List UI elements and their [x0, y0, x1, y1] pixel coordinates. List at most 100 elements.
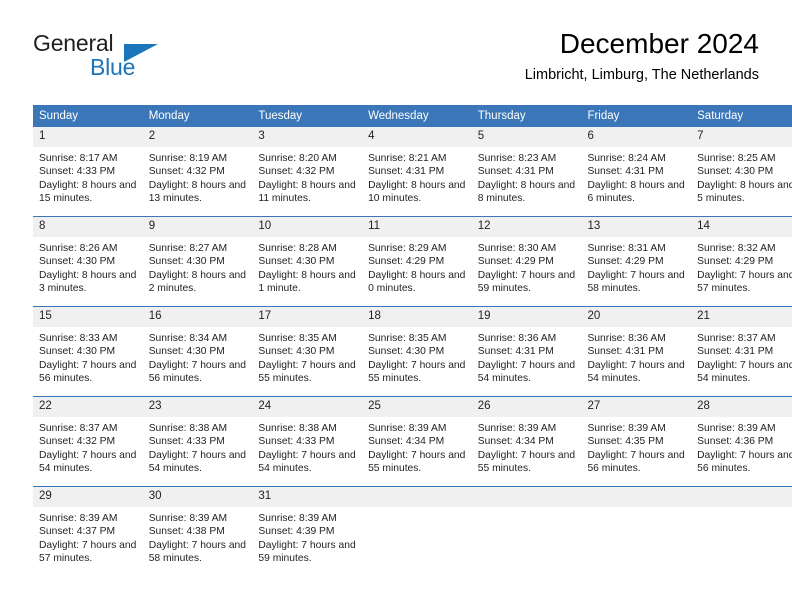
- day-number: 13: [581, 217, 692, 237]
- day-number: 9: [142, 217, 253, 237]
- calendar-cell[interactable]: 28 Sunrise: 8:39 AM Sunset: 4:36 PM Dayl…: [691, 396, 792, 486]
- daylight-text: Daylight: 8 hours and 1 minute.: [258, 269, 356, 295]
- sunrise-text: Sunrise: 8:19 AM: [148, 153, 228, 164]
- sunset-text: Sunset: 4:35 PM: [587, 436, 664, 448]
- sunrise-text: Sunrise: 8:39 AM: [148, 513, 228, 524]
- day-details: Sunrise: 8:28 AM Sunset: 4:30 PM Dayligh…: [252, 237, 362, 296]
- sunset-text: Sunset: 4:30 PM: [148, 256, 225, 268]
- daylight-text: Daylight: 8 hours and 6 minutes.: [587, 179, 685, 205]
- sunrise-text: Sunrise: 8:37 AM: [39, 423, 118, 434]
- page-title: December 2024: [559, 28, 759, 59]
- day-number: 2: [142, 127, 253, 147]
- calendar-cell[interactable]: 13 Sunrise: 8:31 AM Sunset: 4:29 PM Dayl…: [581, 216, 692, 306]
- title-block: December 2024 Limbricht, Limburg, The Ne…: [525, 26, 759, 85]
- calendar-cell[interactable]: 9 Sunrise: 8:27 AM Sunset: 4:30 PM Dayli…: [142, 216, 253, 306]
- calendar-cell[interactable]: 15 Sunrise: 8:33 AM Sunset: 4:30 PM Dayl…: [33, 306, 143, 396]
- calendar-week-row: 15 Sunrise: 8:33 AM Sunset: 4:30 PM Dayl…: [33, 306, 792, 396]
- logo-secondary-text: Blue: [90, 54, 136, 80]
- day-number: 20: [581, 307, 692, 327]
- calendar-cell[interactable]: 19 Sunrise: 8:36 AM Sunset: 4:31 PM Dayl…: [471, 306, 582, 396]
- day-number: 5: [471, 127, 582, 147]
- sunrise-text: Sunrise: 8:39 AM: [587, 423, 666, 434]
- calendar-cell[interactable]: 6 Sunrise: 8:24 AM Sunset: 4:31 PM Dayli…: [581, 126, 692, 216]
- day-details: Sunrise: 8:38 AM Sunset: 4:33 PM Dayligh…: [143, 417, 253, 476]
- day-details: Sunrise: 8:39 AM Sunset: 4:34 PM Dayligh…: [362, 417, 472, 476]
- day-details: Sunrise: 8:25 AM Sunset: 4:30 PM Dayligh…: [691, 147, 792, 206]
- day-details: Sunrise: 8:39 AM Sunset: 4:38 PM Dayligh…: [143, 507, 253, 566]
- sunset-text: Sunset: 4:33 PM: [39, 166, 116, 178]
- sunrise-text: Sunrise: 8:33 AM: [39, 333, 118, 344]
- sunrise-text: Sunrise: 8:24 AM: [587, 153, 666, 164]
- calendar-cell[interactable]: 11 Sunrise: 8:29 AM Sunset: 4:29 PM Dayl…: [362, 216, 472, 306]
- sunset-text: Sunset: 4:30 PM: [697, 166, 774, 178]
- sunrise-text: Sunrise: 8:35 AM: [368, 333, 447, 344]
- day-number: 16: [142, 307, 253, 327]
- daylight-text: Daylight: 8 hours and 5 minutes.: [697, 179, 792, 205]
- day-number: 23: [142, 397, 253, 417]
- daylight-text: Daylight: 8 hours and 15 minutes.: [39, 179, 137, 205]
- sunset-text: Sunset: 4:30 PM: [148, 346, 225, 358]
- sunset-text: Sunset: 4:31 PM: [587, 346, 664, 358]
- calendar-week-row: 8 Sunrise: 8:26 AM Sunset: 4:30 PM Dayli…: [33, 216, 792, 306]
- daylight-text: Daylight: 7 hours and 55 minutes.: [368, 359, 466, 385]
- calendar-cell[interactable]: 2 Sunrise: 8:19 AM Sunset: 4:32 PM Dayli…: [142, 126, 253, 216]
- day-details: Sunrise: 8:30 AM Sunset: 4:29 PM Dayligh…: [472, 237, 582, 296]
- calendar-cell[interactable]: 25 Sunrise: 8:39 AM Sunset: 4:34 PM Dayl…: [362, 396, 472, 486]
- day-number: 17: [252, 307, 363, 327]
- logo-primary-text: General: [33, 30, 114, 56]
- calendar-cell[interactable]: 12 Sunrise: 8:30 AM Sunset: 4:29 PM Dayl…: [471, 216, 582, 306]
- day-number: 25: [362, 397, 472, 417]
- calendar-cell[interactable]: 21 Sunrise: 8:37 AM Sunset: 4:31 PM Dayl…: [691, 306, 792, 396]
- calendar-cell[interactable]: 26 Sunrise: 8:39 AM Sunset: 4:34 PM Dayl…: [471, 396, 582, 486]
- sunset-text: Sunset: 4:37 PM: [39, 526, 116, 538]
- calendar-week-row: 29 Sunrise: 8:39 AM Sunset: 4:37 PM Dayl…: [33, 486, 792, 576]
- daylight-text: Daylight: 7 hours and 56 minutes.: [697, 449, 792, 475]
- day-number: [471, 487, 582, 507]
- calendar-cell[interactable]: 3 Sunrise: 8:20 AM Sunset: 4:32 PM Dayli…: [252, 126, 363, 216]
- calendar-cell[interactable]: 14 Sunrise: 8:32 AM Sunset: 4:29 PM Dayl…: [691, 216, 792, 306]
- daylight-text: Daylight: 8 hours and 3 minutes.: [39, 269, 137, 295]
- weekday-header-saturday: Saturday: [691, 105, 792, 126]
- calendar-cell[interactable]: 17 Sunrise: 8:35 AM Sunset: 4:30 PM Dayl…: [252, 306, 363, 396]
- daylight-text: Daylight: 7 hours and 57 minutes.: [697, 269, 792, 295]
- sunset-text: Sunset: 4:32 PM: [148, 166, 225, 178]
- sunset-text: Sunset: 4:29 PM: [368, 256, 445, 268]
- calendar-cell[interactable]: 27 Sunrise: 8:39 AM Sunset: 4:35 PM Dayl…: [581, 396, 692, 486]
- day-number: 7: [691, 127, 792, 147]
- calendar-cell[interactable]: 4 Sunrise: 8:21 AM Sunset: 4:31 PM Dayli…: [362, 126, 472, 216]
- day-details: Sunrise: 8:29 AM Sunset: 4:29 PM Dayligh…: [362, 237, 472, 296]
- sunset-text: Sunset: 4:31 PM: [587, 166, 664, 178]
- day-number: 15: [33, 307, 143, 327]
- calendar-cell[interactable]: 1 Sunrise: 8:17 AM Sunset: 4:33 PM Dayli…: [33, 126, 143, 216]
- calendar-cell[interactable]: 5 Sunrise: 8:23 AM Sunset: 4:31 PM Dayli…: [471, 126, 582, 216]
- calendar-cell[interactable]: 23 Sunrise: 8:38 AM Sunset: 4:33 PM Dayl…: [142, 396, 253, 486]
- sunrise-text: Sunrise: 8:39 AM: [368, 423, 447, 434]
- calendar-cell[interactable]: 18 Sunrise: 8:35 AM Sunset: 4:30 PM Dayl…: [362, 306, 472, 396]
- sunset-text: Sunset: 4:34 PM: [477, 436, 554, 448]
- sunset-text: Sunset: 4:38 PM: [148, 526, 225, 538]
- day-number: 28: [691, 397, 792, 417]
- day-number: 11: [362, 217, 472, 237]
- daylight-text: Daylight: 7 hours and 54 minutes.: [148, 449, 246, 475]
- day-number: 31: [252, 487, 363, 507]
- weekday-header-sunday: Sunday: [33, 105, 143, 126]
- calendar-cell[interactable]: 7 Sunrise: 8:25 AM Sunset: 4:30 PM Dayli…: [691, 126, 792, 216]
- calendar-cell[interactable]: 31 Sunrise: 8:39 AM Sunset: 4:39 PM Dayl…: [252, 486, 363, 576]
- sunrise-text: Sunrise: 8:32 AM: [697, 243, 776, 254]
- generalblue-logo[interactable]: General Blue: [33, 30, 233, 86]
- calendar-cell[interactable]: 22 Sunrise: 8:37 AM Sunset: 4:32 PM Dayl…: [33, 396, 143, 486]
- calendar-cell[interactable]: 16 Sunrise: 8:34 AM Sunset: 4:30 PM Dayl…: [142, 306, 253, 396]
- calendar-cell[interactable]: 8 Sunrise: 8:26 AM Sunset: 4:30 PM Dayli…: [33, 216, 143, 306]
- calendar-cell[interactable]: 29 Sunrise: 8:39 AM Sunset: 4:37 PM Dayl…: [33, 486, 143, 576]
- day-details: Sunrise: 8:34 AM Sunset: 4:30 PM Dayligh…: [143, 327, 253, 386]
- calendar-cell[interactable]: 20 Sunrise: 8:36 AM Sunset: 4:31 PM Dayl…: [581, 306, 692, 396]
- calendar-cell-empty: [471, 486, 582, 576]
- calendar-cell[interactable]: 30 Sunrise: 8:39 AM Sunset: 4:38 PM Dayl…: [142, 486, 253, 576]
- calendar-cell[interactable]: 24 Sunrise: 8:38 AM Sunset: 4:33 PM Dayl…: [252, 396, 363, 486]
- sunset-text: Sunset: 4:30 PM: [258, 256, 335, 268]
- day-number: [691, 487, 792, 507]
- calendar-cell[interactable]: 10 Sunrise: 8:28 AM Sunset: 4:30 PM Dayl…: [252, 216, 363, 306]
- day-number: 22: [33, 397, 143, 417]
- sunset-text: Sunset: 4:30 PM: [368, 346, 445, 358]
- sunset-text: Sunset: 4:30 PM: [258, 346, 335, 358]
